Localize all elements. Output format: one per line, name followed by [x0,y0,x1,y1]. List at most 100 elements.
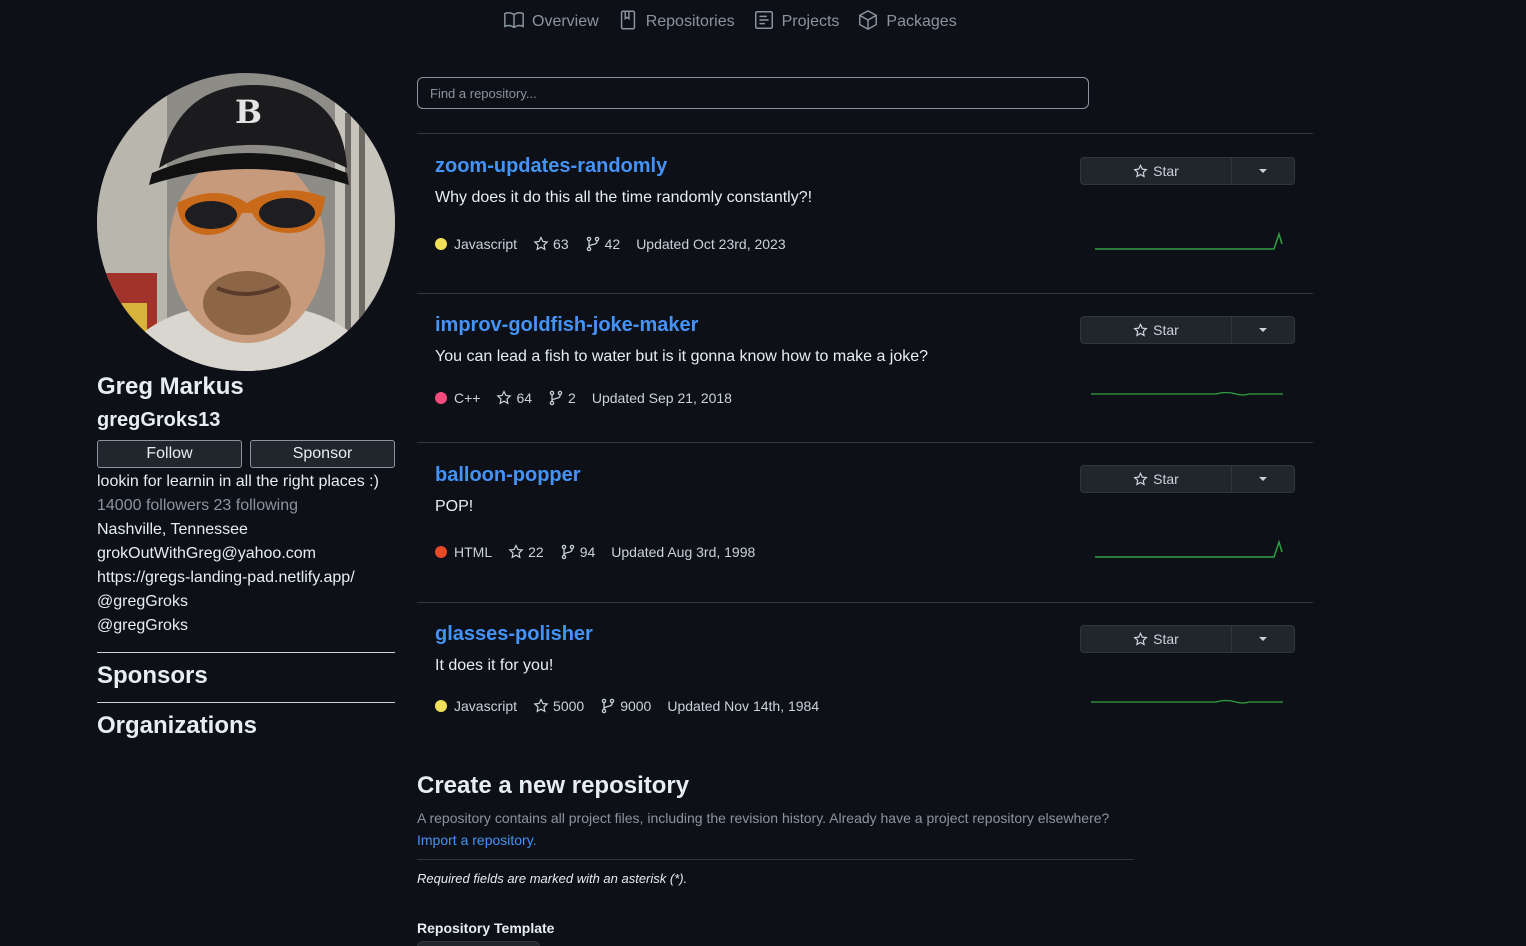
repo-item: improv-goldfish-joke-maker You can lead … [417,294,1313,443]
repo-item: zoom-updates-randomly Why does it do thi… [417,134,1313,294]
repo-forks[interactable]: 42 [585,236,620,252]
star-list-dropdown[interactable] [1232,158,1294,184]
language-color-dot [435,392,447,404]
nav-packages[interactable]: Packages [857,9,957,36]
profile-bio: lookin for learnin in all the right plac… [97,473,379,490]
organizations-heading: Organizations [97,712,258,739]
repo-updated: Updated Sep 21, 2018 [591,390,732,406]
star-icon [533,236,549,251]
repo-stars[interactable]: 22 [508,544,544,560]
forks-count: 9000 [620,698,652,714]
star-list-dropdown[interactable] [1232,626,1294,652]
follow-counts[interactable]: 14000 followers 23 following [97,494,379,518]
nav-projects[interactable]: Projects [753,9,840,36]
star-button-group: Star [1080,157,1295,185]
repo-name-link[interactable]: improv-goldfish-joke-maker [435,314,698,337]
profile-email[interactable]: grokOutWithGreg@yahoo.com [97,542,379,566]
repo-stars[interactable]: 63 [533,236,569,252]
star-list-dropdown[interactable] [1232,466,1294,492]
star-label: Star [1153,631,1179,647]
repo-item: balloon-popper POP! HTML 22 94 Updated A… [417,443,1313,603]
star-icon [508,544,524,559]
svg-text:B: B [235,93,262,131]
repo-name-link[interactable]: zoom-updates-randomly [435,155,667,178]
profile-social-handle[interactable]: @gregGroks [97,590,379,614]
profile-username: gregGroks13 [97,409,221,431]
star-list-dropdown[interactable] [1232,317,1294,343]
project-icon [753,9,775,36]
import-repository-link[interactable]: Import a repository. [417,832,537,848]
repo-meta: Javascript 5000 9000 Updated Nov 14th, 1… [435,698,835,714]
star-button[interactable]: Star [1081,317,1232,343]
language-label: Javascript [454,698,518,714]
repo-meta: HTML 22 94 Updated Aug 3rd, 1998 [435,544,771,560]
create-repository-description: A repository contains all project files,… [417,810,1110,826]
repository-list: zoom-updates-randomly Why does it do thi… [417,133,1313,733]
star-button[interactable]: Star [1081,158,1232,184]
nav-projects-label: Projects [781,13,840,30]
required-fields-note: Required fields are marked with an aster… [417,871,688,886]
repo-updated: Updated Aug 3rd, 1998 [611,544,756,560]
repository-template-select[interactable] [417,941,540,946]
profile-full-name: Greg Markus [97,373,244,400]
caret-down-icon [1259,637,1267,641]
package-icon [857,9,879,36]
find-repository-input[interactable] [417,77,1089,109]
profile-website[interactable]: https://gregs-landing-pad.netlify.app/ [97,566,379,590]
section-divider [417,859,1134,860]
stars-count: 22 [528,544,544,560]
language-color-dot [435,238,447,250]
repo-description: Why does it do this all the time randoml… [435,189,813,206]
forks-count: 2 [568,390,576,406]
caret-down-icon [1259,169,1267,173]
fork-icon [601,698,615,714]
stars-count: 63 [553,236,569,252]
language-color-dot [435,546,447,558]
sidebar-divider [97,702,395,703]
star-button[interactable]: Star [1081,626,1232,652]
star-button-group: Star [1080,625,1295,653]
language-label: HTML [454,544,493,560]
star-label: Star [1153,163,1179,179]
star-button[interactable]: Star [1081,466,1232,492]
repo-language: Javascript [435,236,517,252]
stars-count: 5000 [553,698,585,714]
nav-repositories[interactable]: Repositories [617,9,735,36]
repo-icon [617,9,639,36]
nav-overview[interactable]: Overview [503,9,599,36]
profile-location: Nashville, Tennessee [97,521,248,538]
profile-nav: Overview Repositories Projects Packages [503,8,975,36]
star-icon [533,698,549,713]
star-label: Star [1153,471,1179,487]
caret-down-icon [1259,477,1267,481]
star-icon [1133,471,1148,486]
create-repository-title: Create a new repository [417,772,690,799]
profile-details: lookin for learnin in all the right plac… [97,470,379,638]
repo-description: POP! [435,498,474,515]
repo-language: Javascript [435,698,517,714]
sponsor-button[interactable]: Sponsor [250,440,395,468]
repo-name-link[interactable]: glasses-polisher [435,623,593,646]
activity-sparkline [1095,539,1283,558]
repo-stars[interactable]: 64 [496,390,532,406]
repo-forks[interactable]: 94 [560,544,595,560]
fork-icon [561,544,574,560]
star-button-group: Star [1080,465,1295,493]
repo-meta: C++ 64 2 Updated Sep 21, 2018 [435,390,748,406]
repo-forks[interactable]: 2 [548,390,576,406]
repo-name-link[interactable]: balloon-popper [435,464,581,487]
star-icon [1133,163,1148,178]
repo-description: It does it for you! [435,657,554,674]
avatar: B [97,73,395,371]
profile-social-handle-2[interactable]: @gregGroks [97,614,379,638]
activity-sparkline [1091,391,1283,396]
nav-repositories-label: Repositories [645,13,735,30]
star-icon [496,390,513,405]
fork-icon [549,390,563,406]
repo-forks[interactable]: 9000 [600,698,651,714]
stars-count: 64 [516,390,533,406]
caret-down-icon [1259,328,1267,332]
follow-button[interactable]: Follow [97,440,242,468]
repo-meta: Javascript 63 42 Updated Oct 23rd, 2023 [435,236,802,252]
repo-stars[interactable]: 5000 [533,698,584,714]
